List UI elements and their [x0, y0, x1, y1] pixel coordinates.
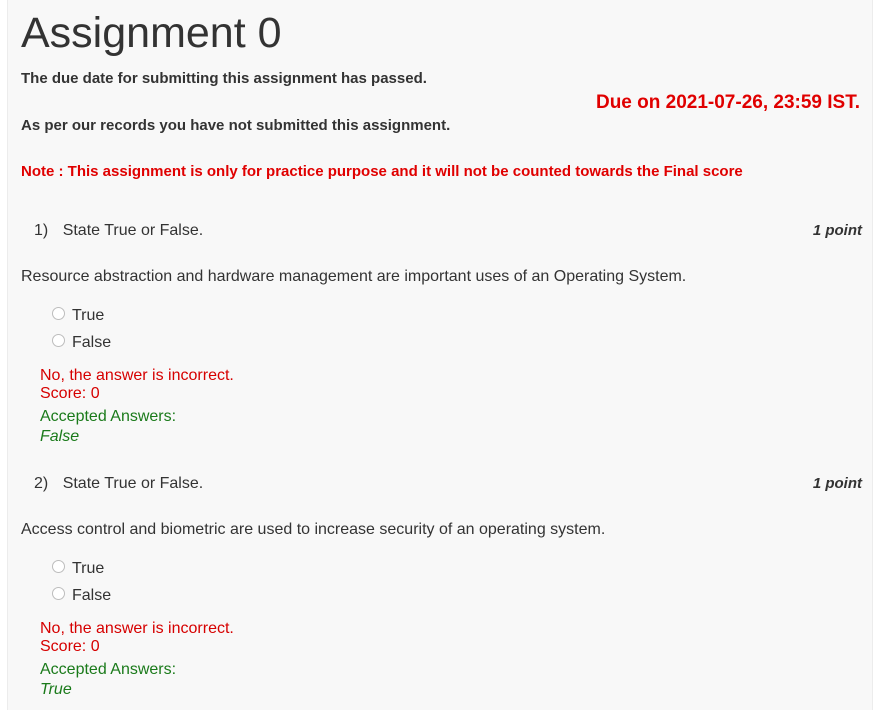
question-text: Resource abstraction and hardware manage…	[21, 268, 687, 285]
radio-button[interactable]	[52, 559, 65, 573]
option-false[interactable]: False	[52, 333, 112, 352]
accepted-answer-value: True	[40, 681, 72, 698]
option-label: False	[72, 587, 112, 604]
option-false[interactable]: False	[52, 586, 112, 605]
accepted-answers-label: Accepted Answers:	[40, 408, 177, 425]
page-title: Assignment 0	[21, 9, 282, 57]
option-label: False	[72, 334, 112, 351]
incorrect-message: No, the answer is incorrect.	[40, 620, 234, 637]
due-passed-message: The due date for submitting this assignm…	[21, 70, 427, 87]
score-text: Score: 0	[40, 638, 100, 655]
option-true[interactable]: True	[52, 306, 105, 325]
incorrect-message: No, the answer is incorrect.	[40, 367, 234, 384]
option-label: True	[72, 560, 105, 577]
question-prompt: State True or False.	[62, 475, 204, 492]
not-submitted-message: As per our records you have not submitte…	[21, 117, 451, 134]
option-label: True	[72, 307, 105, 324]
accepted-answer-value: False	[40, 428, 80, 445]
due-date: Due on 2021-07-26, 23:59 IST.	[595, 92, 860, 113]
option-true[interactable]: True	[52, 559, 105, 578]
radio-button[interactable]	[52, 586, 65, 600]
question-points: 1 point	[812, 222, 862, 239]
question-text: Access control and biometric are used to…	[21, 521, 606, 538]
accepted-answers-label: Accepted Answers:	[40, 661, 177, 678]
answer-feedback: No, the answer is incorrect. Score: 0 Ac…	[40, 367, 234, 446]
question-header: 2) State True or False.	[34, 475, 203, 493]
assignment-panel: Assignment 0 The due date for submitting…	[7, 0, 873, 710]
answer-feedback: No, the answer is incorrect. Score: 0 Ac…	[40, 620, 234, 699]
question-number: 1)	[34, 222, 49, 239]
score-text: Score: 0	[40, 385, 100, 402]
radio-button[interactable]	[52, 333, 65, 347]
question-points: 1 point	[812, 475, 862, 492]
question-prompt: State True or False.	[62, 222, 204, 239]
question-header: 1) State True or False.	[34, 222, 203, 240]
question-number: 2)	[34, 475, 49, 492]
practice-note: Note : This assignment is only for pract…	[21, 163, 743, 180]
radio-button[interactable]	[52, 306, 65, 320]
